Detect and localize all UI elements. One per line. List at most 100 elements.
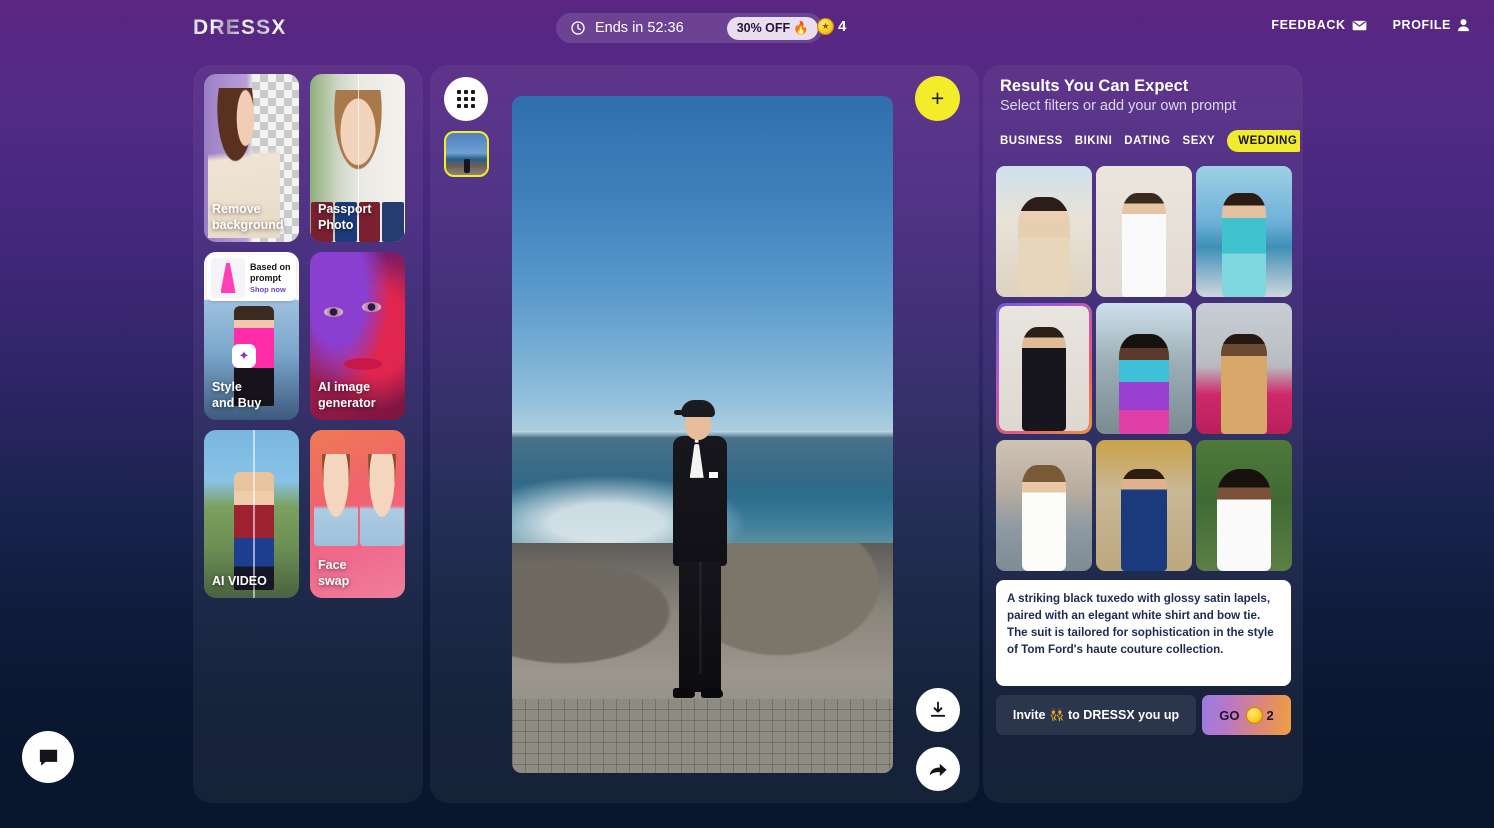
tool-thumbnail-image-3 <box>344 357 383 370</box>
tool-thumbnail-image-2 <box>362 302 381 312</box>
promo-timer-pill[interactable]: Ends in 52:36 30% OFF 🔥 <box>556 13 823 43</box>
result-subject <box>1119 334 1169 434</box>
grid-dots-icon <box>457 90 475 108</box>
result-image <box>999 306 1089 431</box>
tool-card-ai-video[interactable]: AI VIDEO <box>204 430 299 598</box>
promo-title-line2: prompt <box>250 272 281 283</box>
feedback-button[interactable]: FEEDBACK <box>1271 18 1366 32</box>
subject-figure <box>657 394 741 760</box>
result-thumbnail-7[interactable] <box>996 440 1092 571</box>
tool-card-remove-background[interactable]: Remove background <box>204 74 299 242</box>
result-subject <box>1217 469 1271 571</box>
result-subject <box>1022 327 1066 431</box>
add-image-button[interactable]: + <box>915 76 960 121</box>
tool-grid: Remove background Passport Photo Based o… <box>204 74 405 598</box>
filter-chip-business[interactable]: BUSINESS <box>1000 135 1063 147</box>
shop-promo-card[interactable]: Based on prompt Shop now <box>207 255 296 301</box>
promo-title-line1: Based on <box>250 262 291 273</box>
filter-chip-dating[interactable]: DATING <box>1124 135 1170 147</box>
tool-label: Remove background <box>212 201 294 233</box>
tool-card-style-and-buy[interactable]: Based on prompt Shop now ✦ Style and Buy <box>204 252 299 420</box>
main-canvas-image[interactable] <box>512 96 893 773</box>
result-image <box>996 440 1092 571</box>
shoe-right <box>700 687 723 698</box>
shoe-left <box>672 687 695 698</box>
result-subject <box>1222 193 1266 297</box>
result-image <box>1196 303 1292 434</box>
go-button-cost: 2 <box>1266 707 1274 723</box>
canvas-thumbnail-1[interactable] <box>444 131 489 177</box>
go-generate-button[interactable]: GO 2 <box>1202 695 1291 735</box>
tool-label-line1: AI VIDEO <box>212 574 267 588</box>
dress-icon <box>220 263 236 293</box>
tool-label: Style and Buy <box>212 379 294 411</box>
app-header: DRESSX Ends in 52:36 30% OFF 🔥 ★ 4 FEEDB… <box>0 0 1494 56</box>
tool-label-line2: Photo <box>318 218 354 232</box>
filter-chip-bikini[interactable]: BIKINI <box>1075 135 1113 147</box>
coin-icon <box>1245 706 1263 724</box>
feedback-label: FEEDBACK <box>1271 18 1346 32</box>
fire-icon: 🔥 <box>793 20 809 35</box>
tool-label-line2: background <box>212 218 284 232</box>
profile-button[interactable]: PROFILE <box>1393 18 1470 32</box>
results-title: Results You Can Expect <box>1000 77 1189 95</box>
discount-badge: 30% OFF 🔥 <box>726 16 818 40</box>
sparkle-icon: ✦ <box>232 344 256 368</box>
discount-badge-label: 30% OFF <box>736 21 791 35</box>
result-subject <box>1018 197 1070 297</box>
tool-label: Passport Photo <box>318 201 400 233</box>
chat-bubble-icon <box>39 749 57 766</box>
tool-label-line1: Face <box>318 558 347 572</box>
thumbnail-subject <box>463 159 470 173</box>
tool-thumbnail-image-2 <box>360 454 404 546</box>
coin-icon: ★ <box>817 18 834 35</box>
result-thumbnail-4[interactable] <box>996 303 1092 434</box>
go-button-label: GO <box>1219 707 1240 723</box>
tools-panel: Remove background Passport Photo Based o… <box>193 65 423 803</box>
invite-friends-button[interactable]: Invite 👯 to DRESSX you up <box>996 695 1196 735</box>
tool-label: Face swap <box>318 557 400 589</box>
filter-chip-row: BUSINESS BIKINI DATING SEXY WEDDING › <box>1000 128 1300 154</box>
dress-thumbnail <box>211 258 245 298</box>
result-thumbnail-6[interactable] <box>1196 303 1292 434</box>
result-image <box>1196 440 1292 571</box>
tool-card-face-swap[interactable]: Face swap <box>310 430 405 598</box>
result-subject <box>1022 465 1066 571</box>
chat-support-button[interactable] <box>22 731 74 783</box>
tool-label-line2: and Buy <box>212 396 262 410</box>
result-thumbnail-8[interactable] <box>1096 440 1192 571</box>
result-image <box>1096 440 1192 571</box>
prompt-textarea[interactable]: A striking black tuxedo with glossy sati… <box>996 580 1291 686</box>
result-thumbnail-3[interactable] <box>1196 166 1292 297</box>
app-logo[interactable]: DRESSX <box>193 16 287 40</box>
download-button[interactable] <box>916 688 960 732</box>
tool-thumbnail-image <box>324 307 343 317</box>
layers-grid-button[interactable] <box>444 77 488 121</box>
share-icon <box>929 763 947 777</box>
tool-label-line1: Style <box>212 380 242 394</box>
profile-label: PROFILE <box>1392 18 1451 32</box>
person-icon <box>1457 19 1470 32</box>
tool-card-ai-image-generator[interactable]: AI image generator <box>310 252 405 420</box>
result-image <box>1096 303 1192 434</box>
tool-label-line2: swap <box>318 574 350 588</box>
tool-card-passport-photo[interactable]: Passport Photo <box>310 74 405 242</box>
tool-label-line2: generator <box>318 396 376 410</box>
share-button[interactable] <box>916 747 960 791</box>
result-thumbnail-2[interactable] <box>1096 166 1192 297</box>
tool-thumbnail-image <box>314 454 358 546</box>
tool-label: AI VIDEO <box>212 573 294 589</box>
result-thumbnail-9[interactable] <box>1196 440 1292 571</box>
filter-chip-wedding[interactable]: WEDDING <box>1227 130 1300 152</box>
envelope-icon <box>1352 20 1366 30</box>
result-subject <box>1122 193 1166 297</box>
result-thumbnail-5[interactable] <box>1096 303 1192 434</box>
coin-balance[interactable]: ★ 4 <box>817 18 846 35</box>
tool-label-line1: Remove <box>212 202 261 216</box>
result-subject <box>1121 469 1167 571</box>
shop-now-link[interactable]: Shop now <box>250 285 291 294</box>
result-thumbnail-1[interactable] <box>996 166 1092 297</box>
filter-chip-sexy[interactable]: SEXY <box>1183 135 1216 147</box>
coin-balance-amount: 4 <box>838 18 847 35</box>
result-image <box>1196 166 1292 297</box>
